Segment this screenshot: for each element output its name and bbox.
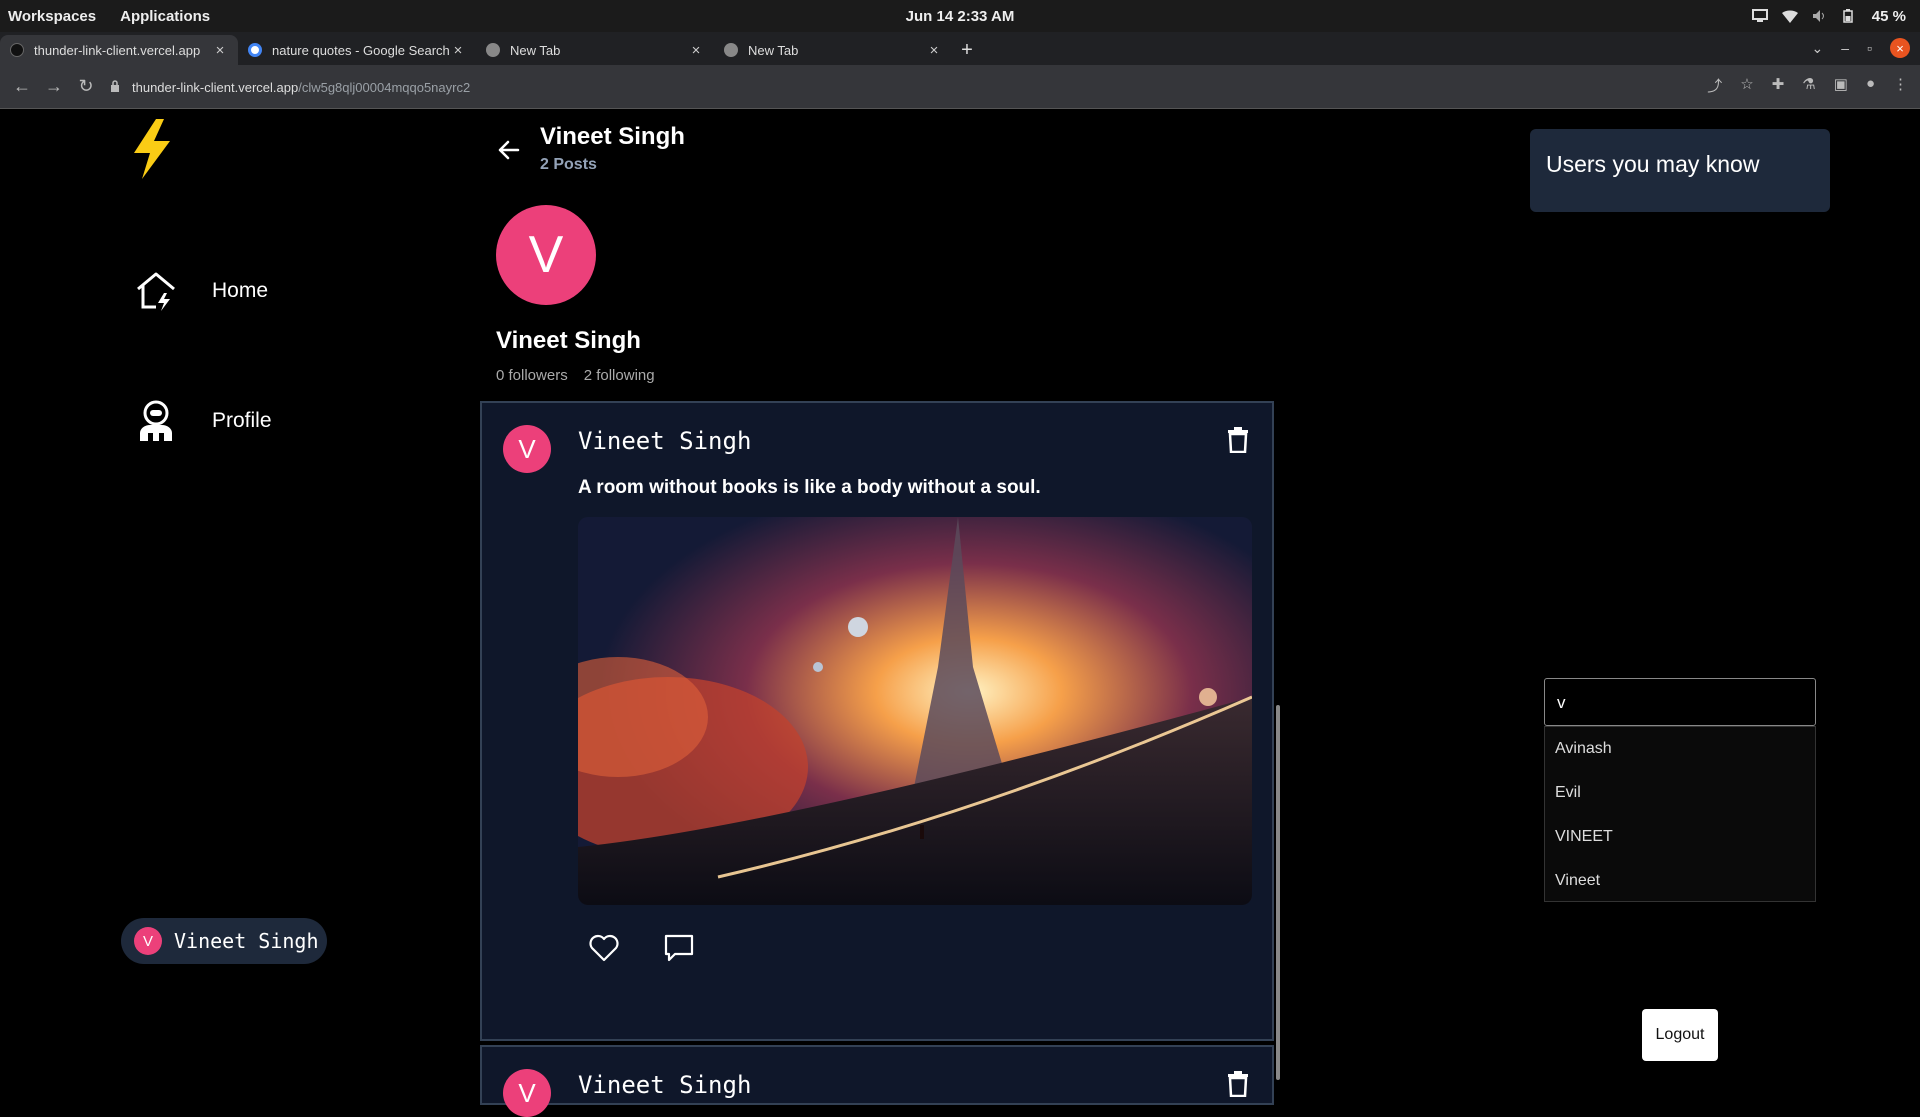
sidebar-item-profile[interactable]: Profile: [134, 399, 272, 443]
tab-title: New Tab: [748, 42, 799, 58]
vercel-favicon-icon: [10, 43, 24, 57]
url-host: thunder-link-client.vercel.app: [132, 79, 299, 95]
post-text: A room without books is like a body with…: [578, 477, 1041, 498]
thunder-logo-icon[interactable]: [128, 117, 176, 181]
window-close-icon[interactable]: ×: [1890, 38, 1910, 58]
search-result-option[interactable]: Avinash: [1545, 727, 1815, 771]
search-result-option[interactable]: Vineet: [1545, 859, 1815, 903]
bookmark-star-icon[interactable]: ☆: [1740, 75, 1753, 96]
forward-icon[interactable]: →: [38, 76, 70, 97]
tab-title: New Tab: [510, 42, 561, 58]
sidebar-item-label: Profile: [212, 409, 272, 432]
search-result-option[interactable]: Evil: [1545, 771, 1815, 815]
reload-icon[interactable]: ↻: [70, 76, 102, 97]
close-tab-icon[interactable]: ×: [688, 42, 704, 59]
logout-button[interactable]: Logout: [1642, 1009, 1718, 1061]
follow-stats: 0 followers 2 following: [496, 367, 655, 384]
post-author-avatar[interactable]: V: [503, 1069, 551, 1117]
posts-count: 2 Posts: [540, 156, 597, 173]
browser-tab-strip: thunder-link-client.vercel.app × nature …: [0, 32, 1920, 65]
tab-search-chevron-icon[interactable]: ⌄: [1812, 40, 1824, 57]
home-icon: [137, 272, 175, 311]
close-tab-icon[interactable]: ×: [212, 42, 228, 59]
volume-icon[interactable]: [1812, 9, 1828, 23]
browser-toolbar: ← → ↻ thunder-link-client.vercel.app/clw…: [0, 65, 1920, 109]
browser-tab[interactable]: New Tab ×: [476, 35, 714, 65]
close-tab-icon[interactable]: ×: [926, 42, 942, 59]
battery-level: 45 %: [1871, 7, 1906, 25]
post-image[interactable]: [578, 517, 1252, 905]
display-icon[interactable]: [1751, 9, 1768, 23]
followers-count[interactable]: 0 followers: [496, 367, 568, 384]
browser-tab[interactable]: thunder-link-client.vercel.app ×: [0, 35, 238, 65]
side-panel-icon[interactable]: ▣: [1834, 75, 1848, 96]
chrome-favicon-icon: [486, 43, 500, 57]
post-card: V Vineet Singh: [480, 1045, 1274, 1117]
extensions-icon[interactable]: ✚: [1772, 75, 1785, 96]
clock[interactable]: Jun 14 2:33 AM: [906, 8, 1015, 25]
lock-icon[interactable]: [110, 79, 120, 95]
search-result-option[interactable]: VINEET: [1545, 815, 1815, 859]
system-top-bar: Workspaces Applications Jun 14 2:33 AM 4…: [0, 0, 1920, 32]
maximize-icon[interactable]: ▫: [1867, 40, 1872, 56]
current-user-pill[interactable]: V Vineet Singh: [121, 918, 327, 964]
following-count[interactable]: 2 following: [584, 367, 655, 384]
current-user-name: Vineet Singh: [174, 929, 319, 953]
avatar: V: [134, 927, 162, 955]
sidebar-item-home[interactable]: Home: [134, 269, 268, 313]
post-author-avatar[interactable]: V: [503, 425, 551, 473]
app-root: Home Profile V Vineet Singh Vineet Singh…: [0, 109, 1920, 1117]
profile-avatar: V: [496, 205, 596, 305]
search-results-dropdown: Avinash Evil VINEET Vineet: [1544, 726, 1816, 902]
workspaces-menu[interactable]: Workspaces: [8, 8, 96, 25]
profile-icon: [140, 400, 172, 441]
account-icon[interactable]: ●: [1866, 75, 1875, 96]
kebab-menu-icon[interactable]: ⋮: [1893, 75, 1908, 96]
url-path: /clw5g8qlj00004mqqo5nayrc2: [298, 79, 471, 95]
post-author-name[interactable]: Vineet Singh: [578, 1071, 751, 1099]
battery-icon[interactable]: [1842, 9, 1858, 23]
user-search-input[interactable]: v: [1544, 678, 1816, 726]
users-you-may-know-card: Users you may know: [1530, 129, 1830, 212]
share-icon[interactable]: ⤴: [1707, 75, 1722, 96]
profile-name: Vineet Singh: [496, 327, 641, 354]
scrollbar[interactable]: [1276, 705, 1280, 1080]
post-card: V Vineet Singh A room without books is l…: [480, 401, 1274, 1041]
post-author-name[interactable]: Vineet Singh: [578, 427, 751, 455]
delete-trash-icon[interactable]: [1227, 1071, 1249, 1097]
google-favicon-icon: [248, 43, 262, 57]
back-arrow-icon[interactable]: [496, 137, 522, 163]
tab-title: nature quotes - Google Search: [272, 42, 450, 58]
sidebar-item-label: Home: [212, 279, 269, 302]
tab-title: thunder-link-client.vercel.app: [34, 42, 201, 58]
browser-tab[interactable]: New Tab ×: [714, 35, 952, 65]
wifi-icon[interactable]: [1781, 9, 1798, 23]
delete-trash-icon[interactable]: [1227, 427, 1249, 453]
back-icon[interactable]: ←: [6, 76, 38, 97]
heart-like-icon[interactable]: [588, 933, 620, 963]
header-title: Vineet Singh: [540, 123, 685, 150]
chrome-favicon-icon: [724, 43, 738, 57]
close-tab-icon[interactable]: ×: [450, 42, 466, 59]
comment-icon[interactable]: [663, 933, 695, 963]
browser-tab[interactable]: nature quotes - Google Search ×: [238, 35, 476, 65]
new-tab-button[interactable]: +: [952, 35, 982, 65]
applications-menu[interactable]: Applications: [120, 8, 210, 25]
address-bar[interactable]: thunder-link-client.vercel.app/clw5g8qlj…: [110, 73, 470, 101]
minimize-icon[interactable]: –: [1841, 40, 1849, 56]
labs-flask-icon[interactable]: ⚗: [1802, 75, 1815, 96]
